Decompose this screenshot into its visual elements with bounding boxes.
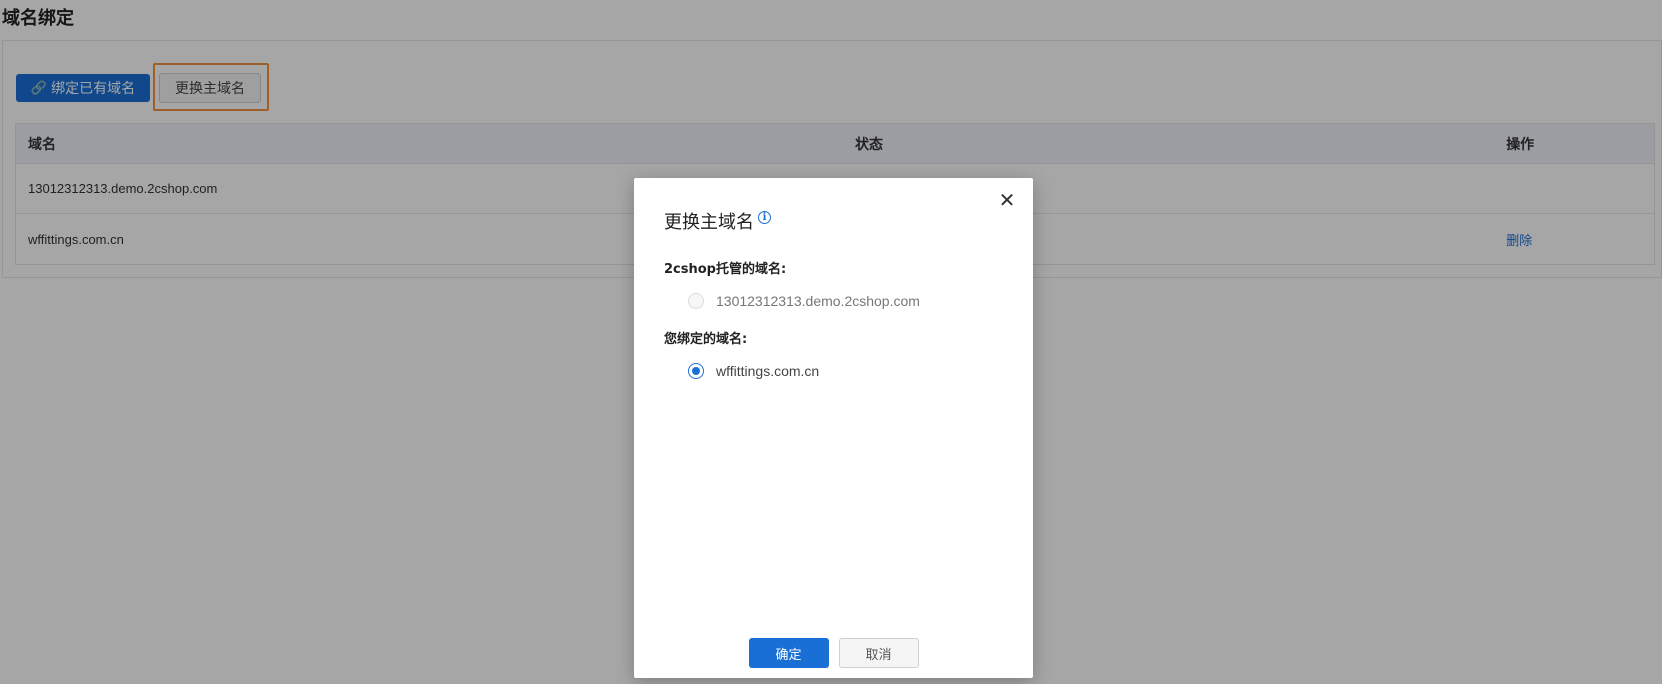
bound-domain-radio[interactable]	[688, 363, 704, 379]
bound-domain-option[interactable]: wffittings.com.cn	[688, 363, 819, 379]
bound-domains-label: 您绑定的域名:	[664, 332, 748, 347]
dialog-title: 更换主域名 i	[664, 208, 771, 234]
bound-domain-label: wffittings.com.cn	[716, 363, 820, 379]
change-primary-domain-dialog: 更换主域名 i ✕ 2cshop托管的域名: 13012312313.demo.…	[634, 178, 1033, 678]
dialog-title-text: 更换主域名	[664, 212, 754, 233]
hosted-domain-option: 13012312313.demo.2cshop.com	[688, 293, 920, 309]
hosted-domains-label: 2cshop托管的域名:	[664, 262, 787, 277]
dialog-footer: 确定 取消	[634, 638, 1033, 668]
hosted-domain-radio	[688, 293, 704, 309]
cancel-button[interactable]: 取消	[838, 638, 919, 668]
close-icon[interactable]: ✕	[997, 190, 1017, 210]
info-icon[interactable]: i	[758, 210, 771, 224]
hosted-domain-label: 13012312313.demo.2cshop.com	[716, 293, 920, 309]
confirm-button[interactable]: 确定	[748, 638, 829, 668]
